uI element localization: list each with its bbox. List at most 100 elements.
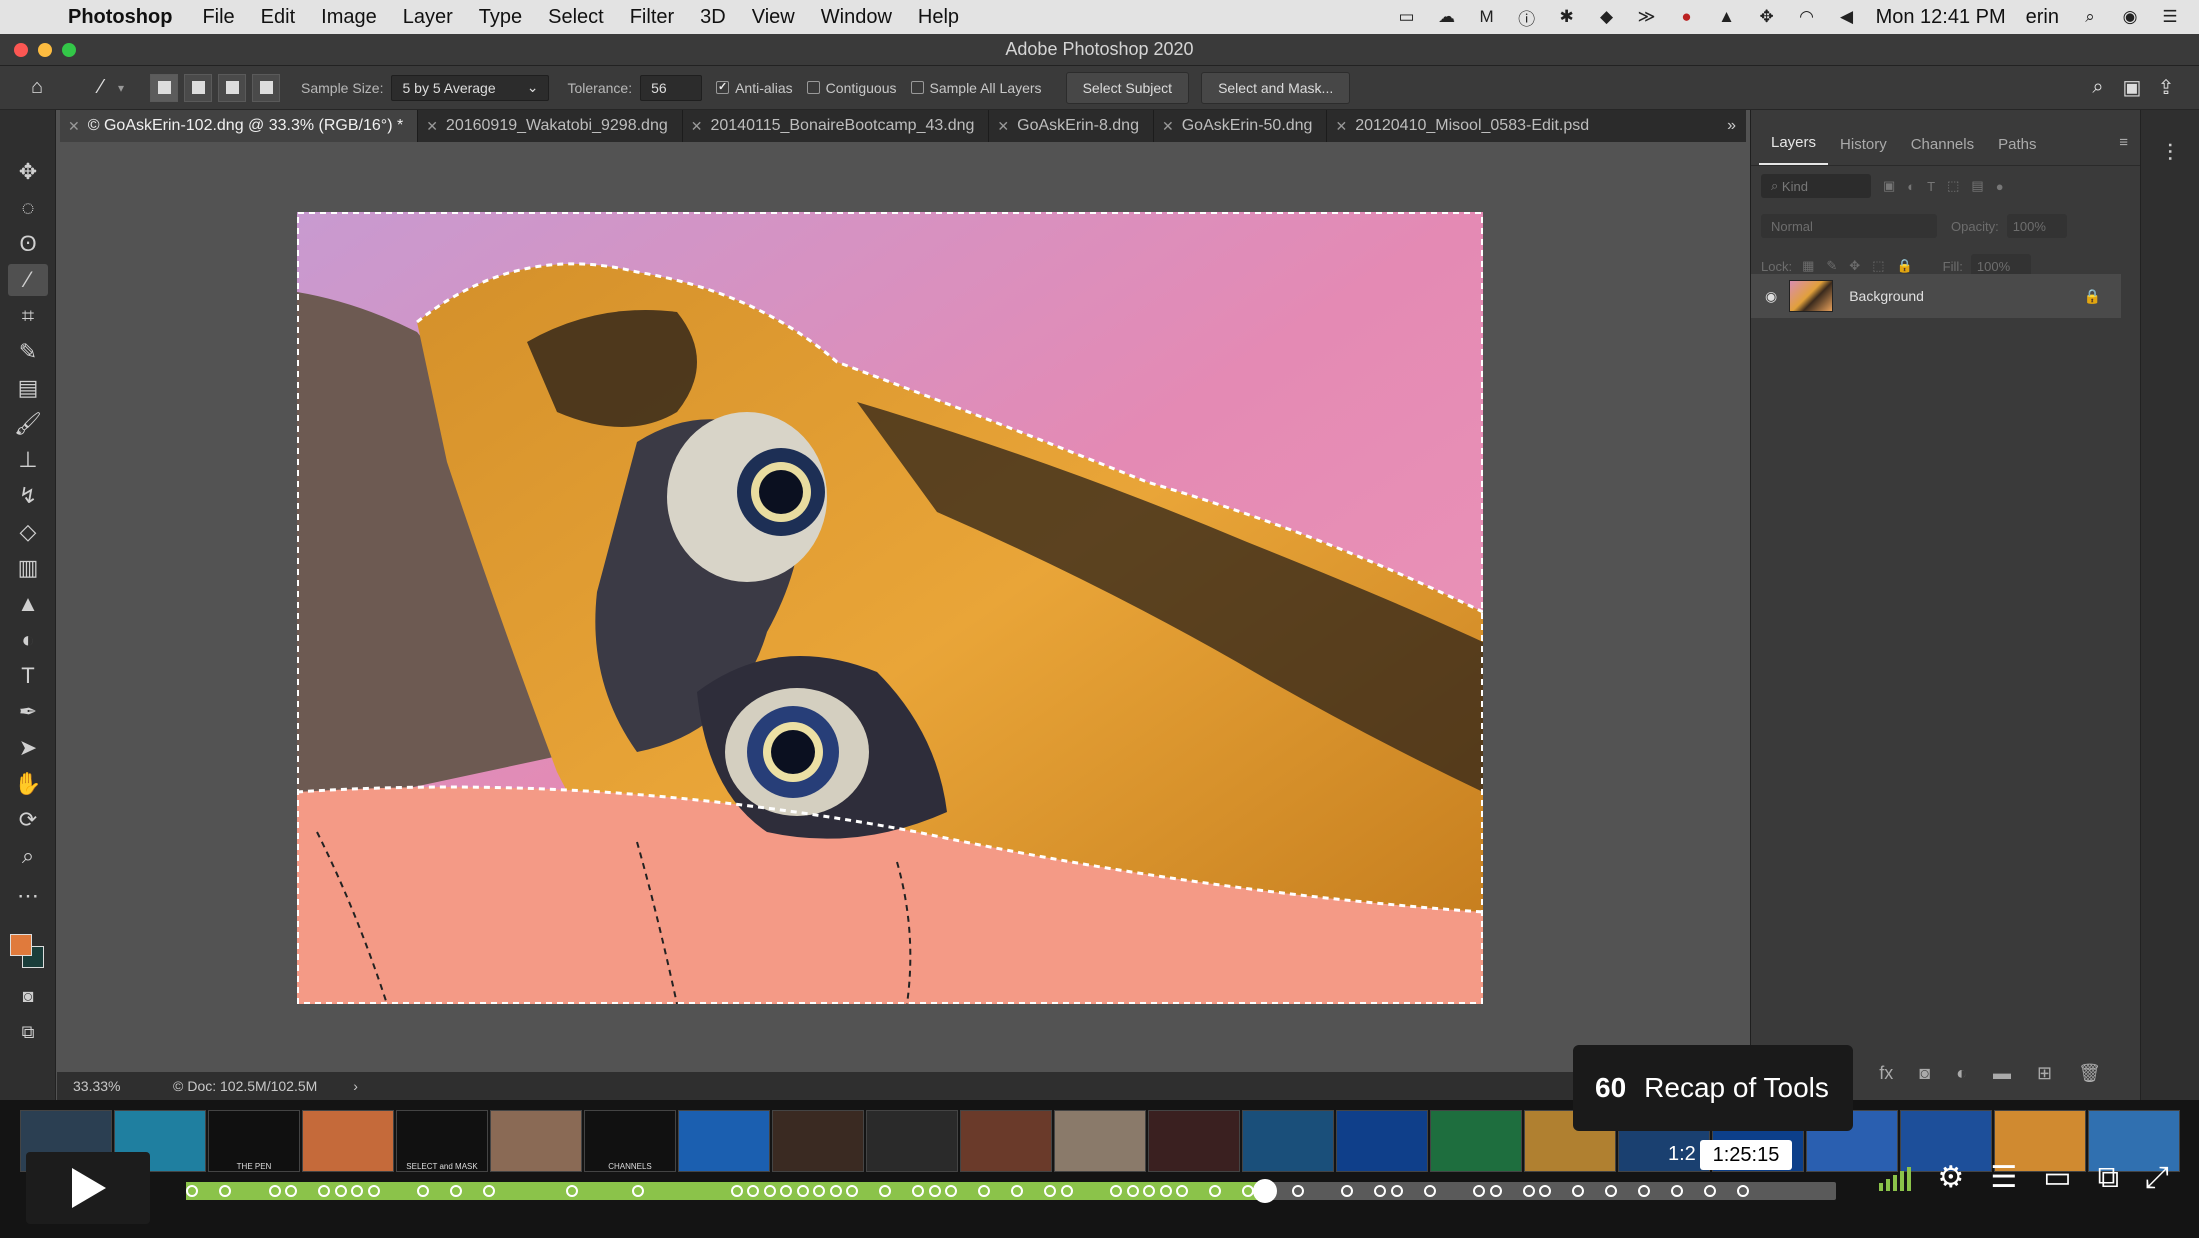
chapter-marker[interactable] [1374, 1185, 1386, 1197]
subtract-selection-icon[interactable] [218, 73, 246, 102]
menu-filter[interactable]: Filter [630, 6, 674, 29]
close-icon[interactable]: ✕ [1335, 118, 1347, 135]
quick-mask-icon[interactable]: ◙ [8, 980, 48, 1012]
chapter-marker[interactable] [829, 1185, 842, 1197]
fullscreen-icon[interactable]: ⤢ [2145, 1161, 2169, 1195]
chapter-marker[interactable] [268, 1185, 281, 1197]
progress-knob[interactable] [1253, 1179, 1278, 1203]
type-tool-icon[interactable]: T [8, 660, 48, 692]
dropbox-icon[interactable]: ◆ [1596, 7, 1618, 27]
move-tool-icon[interactable]: ✥ [8, 156, 48, 188]
eraser-tool-icon[interactable]: ◇ [8, 516, 48, 548]
chapter-thumbnail[interactable] [678, 1110, 770, 1172]
chapter-marker[interactable] [730, 1185, 743, 1197]
chapter-marker[interactable] [219, 1185, 231, 1197]
blur-tool-icon[interactable]: ▲ [8, 588, 48, 620]
folder-icon[interactable]: ▬ [1993, 1063, 2011, 1084]
chapter-thumbnail[interactable] [490, 1110, 582, 1172]
contiguous-checkbox[interactable]: Contiguous [806, 80, 897, 96]
close-icon[interactable]: ✕ [68, 118, 80, 135]
list-icon[interactable]: ☰ [2159, 7, 2181, 27]
adjustment-icon[interactable]: ◐ [1956, 1063, 1967, 1084]
doc-size[interactable]: Doc: 102.5M/102.5M [187, 1078, 317, 1094]
siri-icon[interactable]: ◉ [2119, 7, 2141, 27]
menu-file[interactable]: File [202, 6, 234, 29]
blend-mode-select[interactable]: Normal [1761, 214, 1937, 238]
tab-document[interactable]: ✕ GoAskErin-50.dng [1154, 110, 1328, 142]
filter-toggle-icon[interactable]: ● [1996, 179, 2004, 194]
layer-row-background[interactable]: ◉ Background 🔒 [1751, 274, 2121, 318]
play-button[interactable] [26, 1152, 150, 1224]
home-icon[interactable]: ⌂ [20, 73, 54, 103]
chapter-thumbnail[interactable] [772, 1110, 864, 1172]
tab-document-active[interactable]: ✕ © GoAskErin-102.dng @ 33.3% (RGB/16°) * [60, 110, 419, 142]
chapter-marker[interactable] [1572, 1185, 1584, 1197]
chapter-marker[interactable] [945, 1185, 957, 1197]
volume-icon[interactable]: ◀ [1836, 7, 1858, 27]
dodge-tool-icon[interactable]: ◐ [8, 624, 48, 656]
zoom-icon[interactable] [62, 43, 76, 57]
chapter-marker[interactable] [1489, 1185, 1502, 1197]
chapter-marker[interactable] [928, 1185, 941, 1197]
stamp-tool-icon[interactable]: ⊥ [8, 444, 48, 476]
chapter-marker[interactable] [1110, 1185, 1122, 1197]
menu-edit[interactable]: Edit [261, 6, 295, 29]
chapter-marker[interactable] [1473, 1185, 1485, 1197]
chapter-marker[interactable] [334, 1185, 347, 1197]
chapter-marker[interactable] [912, 1185, 924, 1197]
chapter-marker[interactable] [1011, 1185, 1023, 1197]
chapter-marker[interactable] [780, 1185, 792, 1197]
chevron-down-icon[interactable]: ▾ [118, 81, 138, 95]
chapter-marker[interactable] [1209, 1185, 1221, 1197]
search-icon[interactable]: ⌕ [2081, 73, 2115, 103]
info-icon[interactable]: ⓘ [1516, 7, 1538, 29]
chapter-marker[interactable] [1176, 1185, 1188, 1197]
hand-tool-icon[interactable]: ✋ [8, 768, 48, 800]
arrows-icon[interactable]: ≫ [1636, 7, 1658, 27]
layer-name[interactable]: Background [1849, 288, 1924, 304]
record-icon[interactable]: ● [1676, 7, 1698, 27]
kind-filter-select[interactable]: ⌕ Kind [1761, 174, 1871, 198]
healing-tool-icon[interactable]: ▤ [8, 372, 48, 404]
chapter-marker[interactable] [450, 1185, 462, 1197]
chapter-marker[interactable] [1737, 1185, 1749, 1197]
chapter-thumbnail[interactable]: THE PEN [208, 1110, 300, 1172]
chapter-marker[interactable] [1126, 1185, 1139, 1197]
magic-wand-tool-icon[interactable]: ⁄ [8, 264, 48, 296]
chapter-marker[interactable] [483, 1185, 495, 1197]
eyedropper-tool-icon[interactable]: ✎ [8, 336, 48, 368]
intersect-selection-icon[interactable] [252, 73, 280, 102]
chapter-thumbnail[interactable] [1242, 1110, 1334, 1172]
menu-select[interactable]: Select [548, 6, 604, 29]
airplay-icon[interactable]: ▲ [1716, 7, 1738, 27]
tab-layers[interactable]: Layers [1759, 134, 1829, 165]
marquee-tool-icon[interactable]: ◌ [8, 192, 48, 224]
chapter-marker[interactable] [1341, 1185, 1353, 1197]
gradient-tool-icon[interactable]: ▥ [8, 552, 48, 584]
chapter-marker[interactable] [285, 1185, 297, 1197]
history-brush-tool-icon[interactable]: ↯ [8, 480, 48, 512]
progress-track[interactable] [186, 1179, 1836, 1203]
cloud-icon[interactable]: ☁ [1436, 7, 1458, 27]
tab-channels[interactable]: Channels [1899, 136, 1986, 165]
display-icon[interactable]: ▭ [1396, 7, 1418, 27]
clock[interactable]: Mon 12:41 PM [1876, 6, 2006, 29]
canvas-area[interactable] [57, 142, 1746, 1072]
chapter-marker[interactable] [747, 1185, 759, 1197]
menu-layer[interactable]: Layer [403, 6, 453, 29]
path-selection-tool-icon[interactable]: ➤ [8, 732, 48, 764]
close-icon[interactable]: ✕ [1162, 118, 1174, 135]
tab-document[interactable]: ✕ 20140115_BonaireBootcamp_43.dng [683, 110, 990, 142]
crop-tool-icon[interactable]: ⌗ [8, 300, 48, 332]
magic-wand-preset-icon[interactable]: ⁄ [84, 73, 118, 103]
brush-tool-icon[interactable]: 🖌 [8, 408, 48, 440]
settings-icon[interactable]: ⚙ [1937, 1160, 1964, 1195]
menu-type[interactable]: Type [479, 6, 522, 29]
chapter-marker[interactable] [1159, 1185, 1172, 1197]
chapter-marker[interactable] [1390, 1185, 1403, 1197]
chevron-right-icon[interactable]: › [353, 1078, 358, 1094]
chapter-marker[interactable] [813, 1185, 825, 1197]
lock-paint-icon[interactable]: ✎ [1826, 258, 1837, 274]
move-icon[interactable]: ✥ [1756, 7, 1778, 27]
close-icon[interactable]: ✕ [997, 118, 1009, 135]
